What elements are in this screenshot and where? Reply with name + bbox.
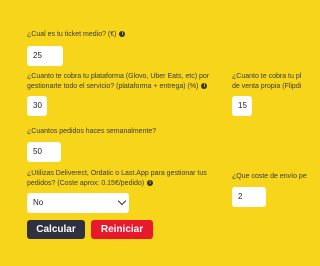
platform-fee-label-line2: gestionarte todo el servicio? (plataform… — [27, 83, 199, 90]
shipping-cost-label: ¿Que coste de envío pe — [232, 172, 307, 182]
weekly-orders-label: ¿Cuantos pedidos haces semanalmente? — [27, 127, 156, 137]
manager-tools-selected-value: No — [33, 198, 44, 207]
manager-tools-label-line1: ¿Utilizas Deliverect, Ordatic o Last.App… — [27, 170, 207, 177]
manager-tools-select[interactable]: No — [27, 193, 129, 213]
ticket-label-text: ¿Cual es tu ticket medio? (€) — [27, 31, 117, 38]
own-sales-fee-label: ¿Cuanto te cobra tu pl de venta propia (… — [232, 72, 301, 92]
manager-tools-label: ¿Utilizas Deliverect, Ordatic o Last.App… — [27, 169, 207, 189]
own-sales-fee-label-line1: ¿Cuanto te cobra tu pl — [232, 73, 302, 80]
info-icon[interactable]: i — [119, 31, 126, 38]
shipping-cost-label-text: ¿Que coste de envío pe — [232, 173, 307, 180]
calculate-button[interactable]: Calcular — [27, 220, 85, 239]
info-icon[interactable]: i — [147, 180, 154, 187]
platform-fee-input[interactable]: 30 — [27, 96, 47, 116]
weekly-orders-input[interactable]: 50 — [27, 142, 61, 162]
weekly-orders-label-text: ¿Cuantos pedidos haces semanalmente? — [27, 128, 157, 135]
chevron-down-icon[interactable] — [117, 196, 127, 206]
platform-fee-label-line1: ¿Cuanto te cobra tu plataforma (Glovo, U… — [27, 73, 210, 80]
info-icon[interactable]: i — [201, 83, 208, 90]
own-sales-fee-input[interactable]: 15 — [232, 96, 252, 116]
ticket-label: ¿Cual es tu ticket medio? (€) i — [27, 30, 126, 40]
reset-button[interactable]: Reiniciar — [91, 220, 153, 239]
shipping-cost-input[interactable]: 2 — [232, 187, 266, 207]
platform-fee-label: ¿Cuanto te cobra tu plataforma (Glovo, U… — [27, 72, 209, 92]
own-sales-fee-label-line2: de venta propia (Flipdi — [232, 83, 302, 90]
manager-tools-label-line2: pedidos? (Coste aprox: 0.15€/pedido) — [27, 180, 145, 187]
ticket-input[interactable]: 25 — [27, 46, 63, 66]
